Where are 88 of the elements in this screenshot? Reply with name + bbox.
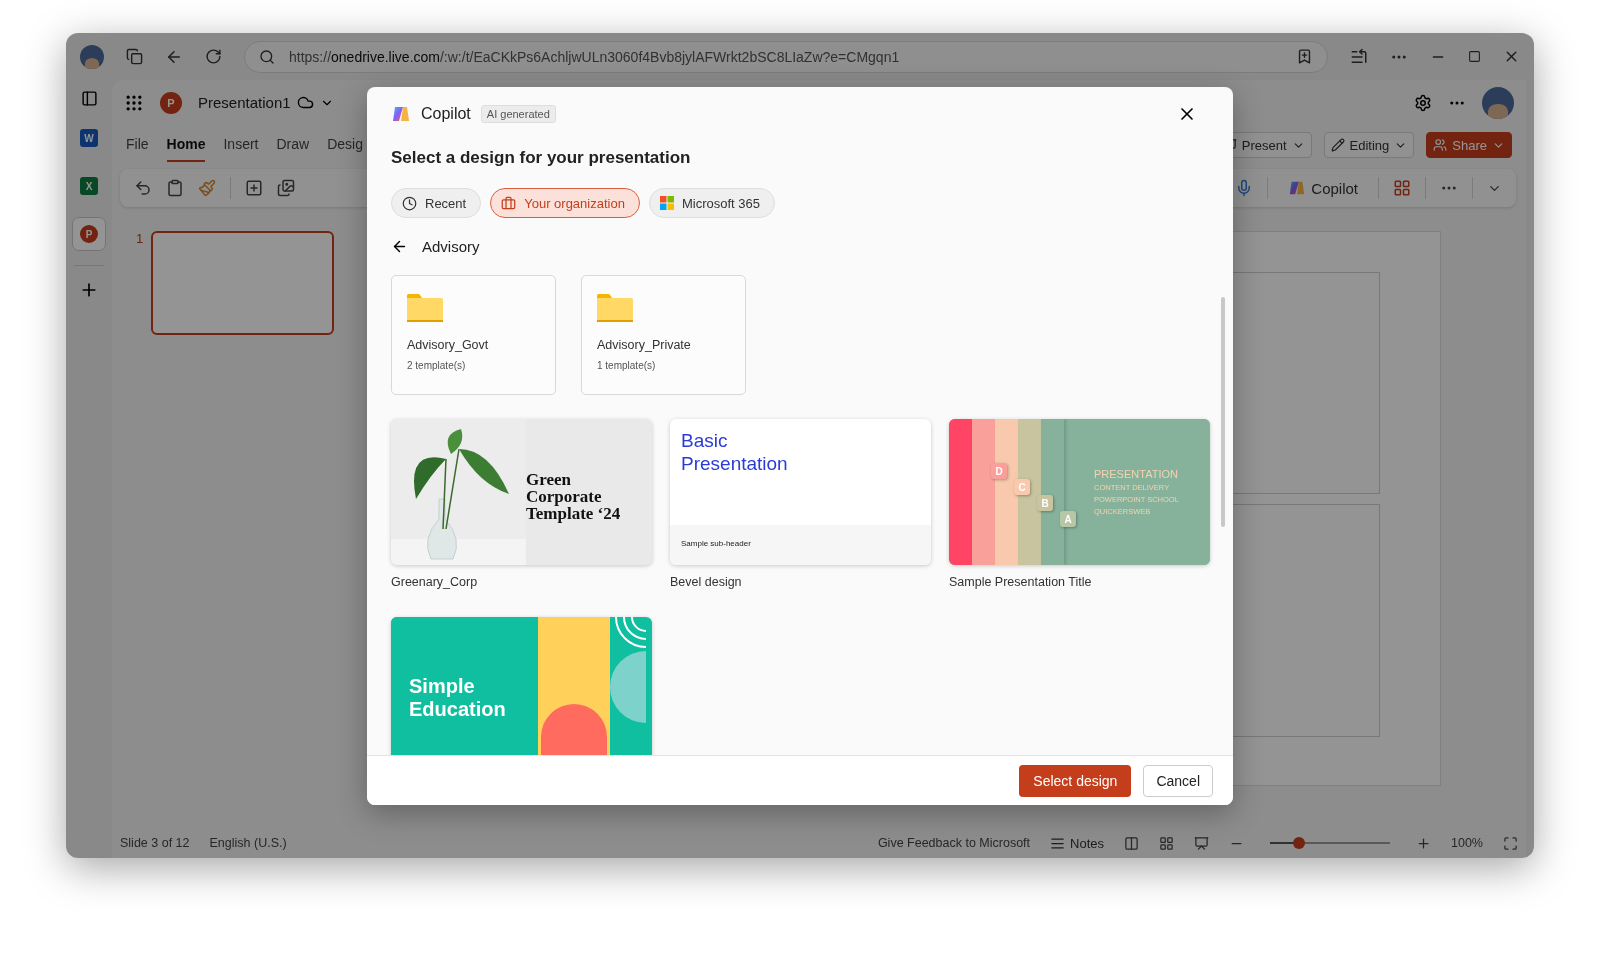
- new-slide-icon[interactable]: [245, 179, 263, 197]
- ribbon-tab[interactable]: Home: [166, 128, 206, 162]
- settings-icon[interactable]: [1414, 93, 1432, 112]
- cloud-icon: [296, 94, 314, 111]
- copilot-logo: [391, 104, 411, 124]
- tab-letter: B: [1037, 495, 1053, 511]
- template-thumbnail[interactable]: Green Corporate Template ‘24: [391, 419, 652, 565]
- powerpoint-logo: P: [160, 91, 182, 114]
- slide-subheader: Sample sub-header: [670, 525, 931, 565]
- address-bar[interactable]: https://onedrive.live.com/:w:/t/EaCKkPs6AchljwULn3060f4Bvb8jylAFWrkt2bSC8LIaZw?e=CMgqn1: [244, 40, 1328, 73]
- template-name: Greenary_Corp: [391, 575, 479, 589]
- filter-chip[interactable]: Your organization: [490, 188, 640, 218]
- select-design-button[interactable]: Select design: [1019, 764, 1132, 797]
- slide-title: PRESENTATION: [1094, 468, 1179, 480]
- notes-button[interactable]: Notes: [1050, 830, 1104, 856]
- notes-icon: [1050, 835, 1066, 851]
- clipboard-icon[interactable]: [166, 179, 184, 197]
- folder-icon: [407, 294, 443, 322]
- folder-card[interactable]: Advisory_Private 1 template(s): [581, 275, 746, 395]
- slide-thumbnail[interactable]: [151, 231, 335, 335]
- panel-icon[interactable]: [80, 90, 98, 107]
- app-logo: W: [80, 129, 98, 147]
- maximize-icon[interactable]: [1468, 50, 1481, 63]
- clock-icon: [402, 195, 417, 211]
- template-count: 1 template(s): [597, 360, 657, 371]
- dialog-title: Copilot: [421, 105, 471, 123]
- refresh-icon[interactable]: [205, 48, 222, 65]
- ribbon-tab[interactable]: Desig: [327, 128, 363, 162]
- template-name: Bevel design: [670, 575, 743, 589]
- folder-card[interactable]: Advisory_Govt 2 template(s): [391, 275, 556, 395]
- people-icon: [1433, 138, 1448, 152]
- tab-letter: D: [991, 463, 1007, 479]
- copilot-icon: [1288, 179, 1307, 197]
- zoom-level[interactable]: 100%: [1451, 836, 1483, 850]
- slide-count: Slide 3 of 12: [120, 836, 190, 850]
- template-count: 2 template(s): [407, 360, 467, 371]
- search-icon: [259, 48, 275, 65]
- normal-view-icon[interactable]: [1124, 835, 1139, 851]
- cancel-button[interactable]: Cancel: [1143, 764, 1213, 797]
- language[interactable]: English (U.S.): [209, 836, 287, 850]
- profile-avatar[interactable]: [1482, 86, 1514, 119]
- folder-breadcrumb: Advisory: [422, 238, 480, 255]
- briefcase-icon: [501, 195, 517, 211]
- back-icon[interactable]: [391, 238, 408, 255]
- favorites-icon[interactable]: [1350, 47, 1368, 66]
- ribbon-tab[interactable]: File: [126, 128, 149, 162]
- tab-letter: A: [1060, 511, 1076, 527]
- app-logo: P: [80, 225, 98, 243]
- filter-chip[interactable]: Recent: [391, 188, 482, 218]
- ribbon-tab[interactable]: Insert: [223, 128, 259, 162]
- copilot-button[interactable]: Copilot: [1282, 175, 1364, 201]
- undo-icon[interactable]: [134, 179, 152, 197]
- folder-name: Advisory_Govt: [407, 338, 490, 352]
- folder-icon: [597, 294, 633, 322]
- feedback-link[interactable]: Give Feedback to Microsoft: [877, 836, 1031, 850]
- slide-title: Green Corporate Template ‘24: [526, 471, 622, 525]
- template-name: Sample Presentation Title: [949, 575, 1093, 589]
- app-tile[interactable]: X: [72, 169, 106, 203]
- slide-number: 1: [136, 231, 144, 246]
- zoom-in-icon[interactable]: [1416, 835, 1431, 851]
- slide-title: Simple Education: [409, 675, 507, 721]
- profile-avatar[interactable]: [80, 44, 104, 69]
- tabs-icon[interactable]: [126, 48, 143, 65]
- windows-logo-icon: [659, 196, 674, 210]
- scrollbar-thumb[interactable]: [1221, 297, 1225, 527]
- grid-icon[interactable]: [1393, 179, 1411, 197]
- url-text: https://onedrive.live.com/:w:/t/EaCKkPs6AchljwULn3060f4Bvb8jylAFWrkt2bSC8LIaZw?e=CMgqn1: [289, 48, 901, 65]
- sorter-view-icon[interactable]: [1159, 835, 1174, 851]
- app-tile[interactable]: W: [72, 121, 106, 155]
- images-icon[interactable]: [277, 179, 295, 197]
- slideshow-icon[interactable]: [1194, 835, 1209, 851]
- app-logo: X: [80, 177, 98, 195]
- document-title[interactable]: Presentation1: [198, 94, 291, 111]
- filter-chip[interactable]: Microsoft 365: [648, 188, 775, 218]
- share-button[interactable]: Share: [1426, 132, 1512, 158]
- folder-name: Advisory_Private: [597, 338, 692, 352]
- pencil-icon: [1330, 138, 1345, 152]
- template-thumbnail[interactable]: Basic Presentation Sample sub-header: [670, 419, 931, 565]
- editing-button[interactable]: Editing: [1323, 132, 1415, 158]
- ribbon-tab[interactable]: Draw: [276, 128, 310, 162]
- fit-icon[interactable]: [1503, 835, 1518, 851]
- ai-badge: AI generated: [480, 105, 556, 123]
- tab-letter: C: [1014, 479, 1030, 495]
- slide-title: Basic Presentation: [680, 429, 789, 476]
- dialog-heading: Select a design for your presentation: [391, 148, 692, 168]
- bookmark-icon[interactable]: [1296, 48, 1313, 65]
- zoom-thumb[interactable]: [1292, 837, 1305, 849]
- app-tile[interactable]: P: [72, 217, 106, 251]
